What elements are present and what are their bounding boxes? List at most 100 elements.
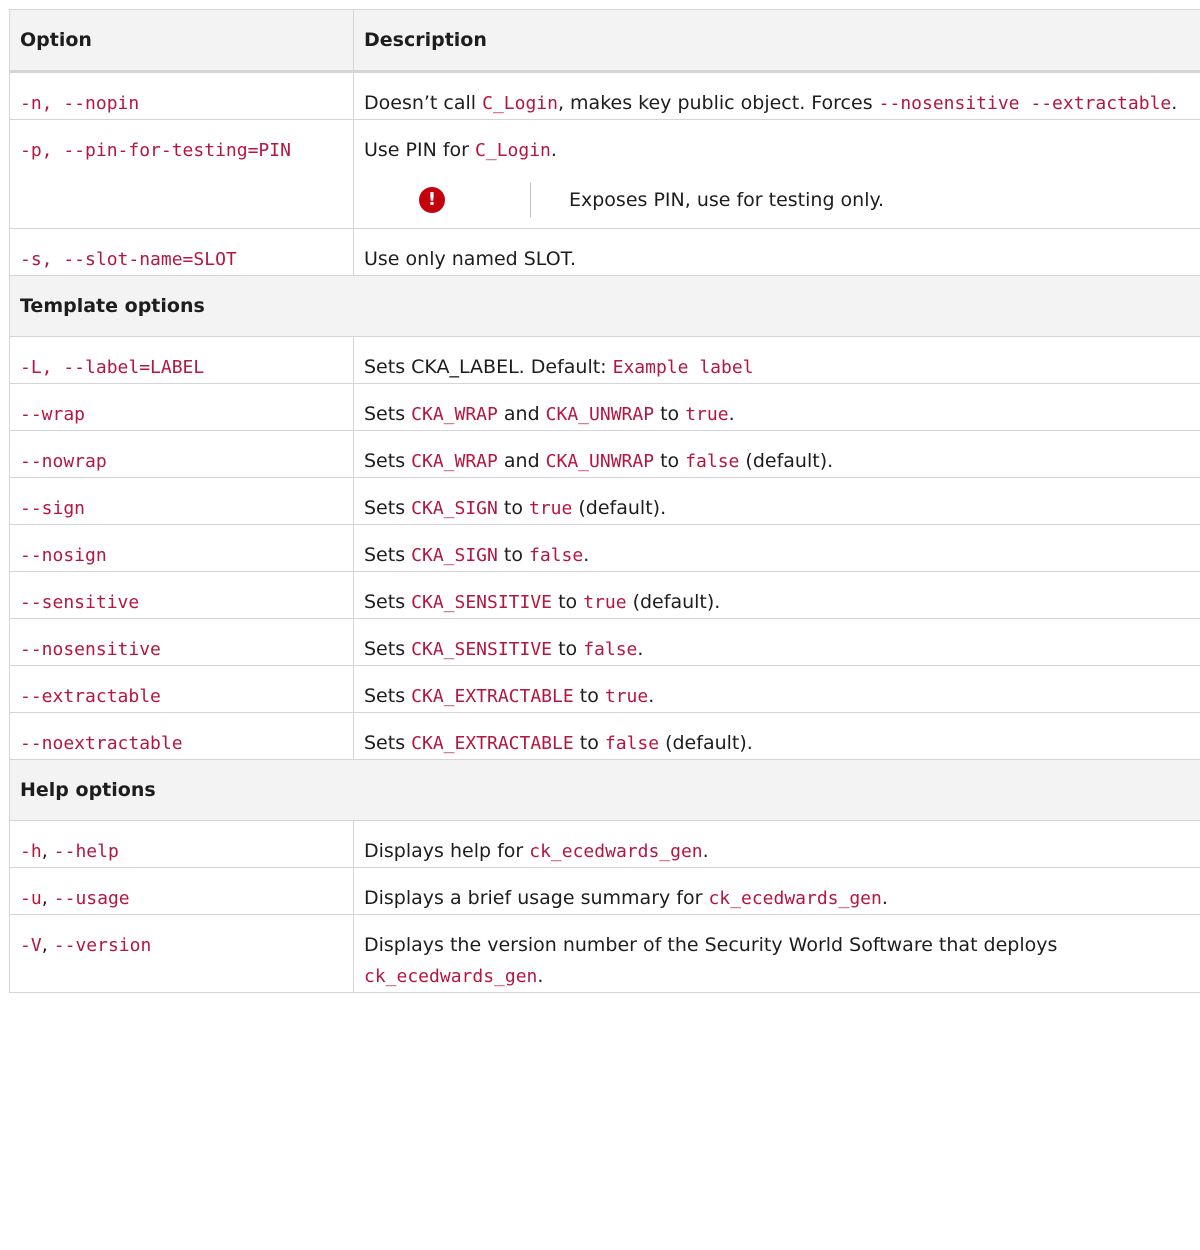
description-cell: Displays a brief usage summary for ck_ec… xyxy=(353,867,1200,915)
warning-note-text: Exposes PIN, use for testing only. xyxy=(569,188,885,211)
code-text: CKA_WRAP xyxy=(411,404,498,425)
table-row: -n, --nopin Doesn’t call C_Login, makes … xyxy=(9,71,1200,120)
option-cell: -u, --usage xyxy=(9,867,354,915)
description-text: Sets CKA_EXTRACTABLE to false (default). xyxy=(364,732,753,754)
option-cell: -p, --pin-for-testing=PIN xyxy=(9,119,354,229)
description-cell: Sets CKA_SIGN to false. xyxy=(353,524,1200,572)
section-row: Template options xyxy=(9,275,1200,337)
table-row: -V, --version Displays the version number… xyxy=(9,914,1200,993)
code-text: -V xyxy=(20,935,42,956)
table-row: --nowrap Sets CKA_WRAP and CKA_UNWRAP to … xyxy=(9,430,1200,478)
plain-text: to xyxy=(497,497,529,519)
code-text: Example label xyxy=(612,357,754,378)
code-text: --usage xyxy=(53,888,130,909)
option-cell: --sign xyxy=(9,477,354,525)
note-divider xyxy=(530,183,531,217)
table-row: --sign Sets CKA_SIGN to true (default). xyxy=(9,477,1200,525)
option-text: -p, --pin-for-testing=PIN xyxy=(20,139,291,161)
option-cell: --nosensitive xyxy=(9,618,354,666)
option-text: --sensitive xyxy=(20,591,139,613)
option-cell: -V, --version xyxy=(9,914,354,993)
plain-text: . xyxy=(1171,92,1178,114)
code-text: --version xyxy=(53,935,152,956)
code-text: -n, --nopin xyxy=(20,93,140,114)
plain-text: Displays a brief usage summary for xyxy=(364,887,709,909)
plain-text: Sets xyxy=(364,497,412,519)
plain-text: Sets xyxy=(364,403,412,425)
description-column-header: Description xyxy=(353,9,1200,73)
code-text: true xyxy=(583,592,627,613)
description-text: Doesn’t call C_Login, makes key public o… xyxy=(364,92,1177,114)
description-cell: Use PIN for C_Login. ! Exposes PIN, use … xyxy=(353,119,1200,229)
option-text: --sign xyxy=(20,497,85,519)
table-row: -p, --pin-for-testing=PIN Use PIN for C_… xyxy=(9,119,1200,229)
options-table: Option Description -n, --nopin Doesn’t c… xyxy=(9,9,1200,993)
code-text: CKA_WRAP xyxy=(411,451,498,472)
plain-text: (default). xyxy=(626,591,721,613)
code-text: CKA_SIGN xyxy=(411,545,498,566)
option-cell: -h, --help xyxy=(9,820,354,868)
description-cell: Displays the version number of the Secur… xyxy=(353,914,1200,993)
plain-text: (default). xyxy=(659,732,753,754)
description-cell: Use only named SLOT. xyxy=(353,228,1200,276)
section-title: Help options xyxy=(9,759,1200,821)
table-row: --nosign Sets CKA_SIGN to false. xyxy=(9,524,1200,572)
plain-text: , xyxy=(41,887,54,909)
table-row: --nosensitive Sets CKA_SENSITIVE to false… xyxy=(9,618,1200,666)
option-text: -u, --usage xyxy=(20,887,130,909)
code-text: --nowrap xyxy=(20,451,107,472)
section-row: Help options xyxy=(9,759,1200,821)
code-text: -L, --label=LABEL xyxy=(20,357,205,378)
plain-text: . xyxy=(583,544,590,566)
plain-text: to xyxy=(654,450,686,472)
code-text: ck_ecedwards_gen xyxy=(364,966,538,987)
plain-text: . xyxy=(728,403,735,425)
description-cell: Doesn’t call C_Login, makes key public o… xyxy=(353,71,1200,120)
code-text: --extractable xyxy=(20,686,161,707)
option-column-header: Option xyxy=(9,9,354,73)
description-cell: Sets CKA_LABEL. Default: Example label xyxy=(353,336,1200,384)
code-text: false xyxy=(529,545,584,566)
description-cell: Sets CKA_SENSITIVE to false. xyxy=(353,618,1200,666)
plain-text: . xyxy=(637,638,644,660)
table-row: --extractable Sets CKA_EXTRACTABLE to tru… xyxy=(9,665,1200,713)
plain-text: . xyxy=(881,887,888,909)
plain-text: Sets xyxy=(364,638,412,660)
code-text: -s, --slot-name=SLOT xyxy=(20,249,237,270)
plain-text: to xyxy=(497,544,529,566)
option-text: -V, --version xyxy=(20,934,151,956)
code-text: true xyxy=(685,404,729,425)
code-text: C_Login xyxy=(482,93,558,114)
code-text: --help xyxy=(53,841,119,862)
description-text: Sets CKA_SIGN to false. xyxy=(364,544,589,566)
code-text: --nosign xyxy=(20,545,107,566)
exclamation-icon: ! xyxy=(419,187,445,213)
option-cell: --wrap xyxy=(9,383,354,431)
option-cell: --nosign xyxy=(9,524,354,572)
code-text: -p, --pin-for-testing=PIN xyxy=(20,140,291,161)
description-text: Sets CKA_SENSITIVE to true (default). xyxy=(364,591,720,613)
description-cell: Sets CKA_SIGN to true (default). xyxy=(353,477,1200,525)
description-text: Use only named SLOT. xyxy=(364,248,576,270)
description-cell: Sets CKA_EXTRACTABLE to true. xyxy=(353,665,1200,713)
code-text: --wrap xyxy=(20,404,86,425)
table-header-row: Option Description xyxy=(9,9,1200,73)
code-text: C_Login xyxy=(475,140,551,161)
plain-text: Sets xyxy=(364,591,412,613)
plain-text: to xyxy=(552,638,584,660)
plain-text: Sets xyxy=(364,732,412,754)
description-text: Use PIN for C_Login. xyxy=(364,139,557,161)
table-row: -h, --help Displays help for ck_ecedwards… xyxy=(9,820,1200,868)
plain-text: Sets xyxy=(364,544,412,566)
option-cell: -L, --label=LABEL xyxy=(9,336,354,384)
option-text: --nowrap xyxy=(20,450,107,472)
plain-text: . xyxy=(648,685,655,707)
code-text: --noextractable xyxy=(20,733,183,754)
code-text: ck_ecedwards_gen xyxy=(708,888,882,909)
table-row: --wrap Sets CKA_WRAP and CKA_UNWRAP to tr… xyxy=(9,383,1200,431)
code-text: true xyxy=(604,686,649,707)
code-text: CKA_SENSITIVE xyxy=(411,592,553,613)
description-text: Sets CKA_LABEL. Default: Example label xyxy=(364,356,754,378)
description-text: Sets CKA_SENSITIVE to false. xyxy=(364,638,643,660)
plain-text: to xyxy=(573,685,605,707)
